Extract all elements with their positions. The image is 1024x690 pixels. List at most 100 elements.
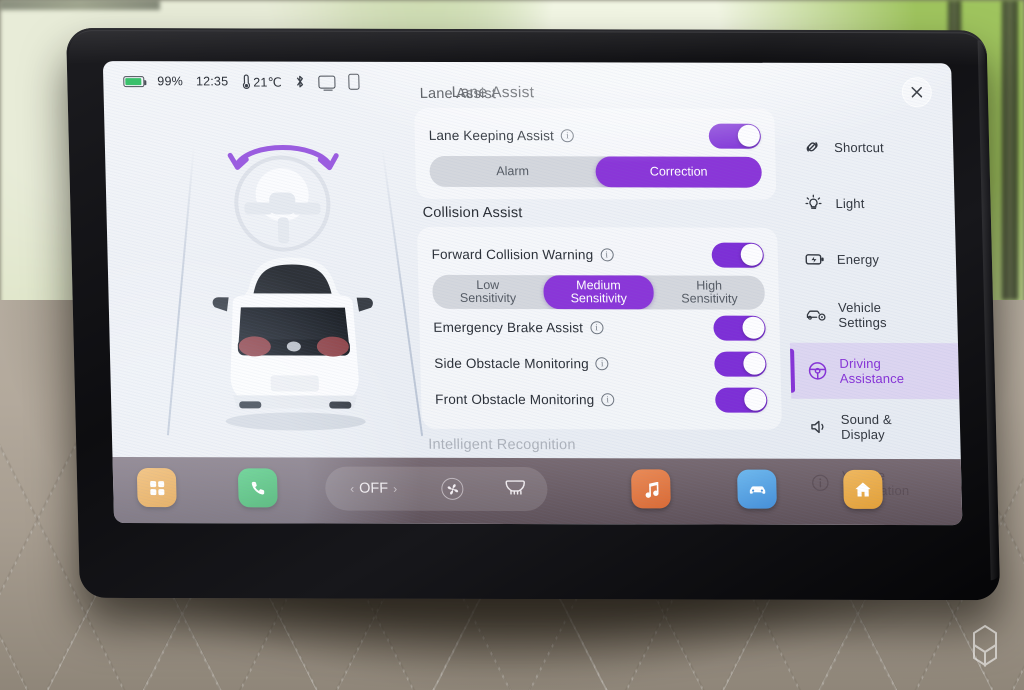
thermometer-icon — [242, 74, 250, 89]
info-icon[interactable]: i — [560, 128, 575, 142]
lane-keeping-illustration — [166, 127, 424, 438]
infotainment-display: 99% 12:35 21℃ Lane Assist Lane Assist La… — [66, 28, 1001, 601]
settings-sidebar: Shortcut Light Energy Vehicle Settings D… — [784, 119, 962, 511]
temperature-indicator: 21℃ — [241, 73, 282, 89]
sidebar-item-sound-display[interactable]: Sound & Display — [791, 399, 960, 455]
setting-row-side-obstacle-monitoring[interactable]: Side Obstacle Monitoring i — [434, 345, 767, 382]
dock-music-button[interactable] — [630, 469, 671, 509]
bottom-dock: ‹ OFF › — [112, 456, 963, 526]
lane-assist-mode-segmented[interactable]: Alarm Correction — [429, 155, 763, 188]
screen-content: 99% 12:35 21℃ Lane Assist Lane Assist La… — [102, 61, 963, 526]
window-frame-rail — [0, 0, 160, 10]
segment-alarm[interactable]: Alarm — [429, 156, 596, 187]
link-icon — [801, 136, 824, 158]
collision-assist-card: Forward Collision Warning i Low Sensitiv… — [416, 226, 783, 430]
segment-line2: Sensitivity — [459, 290, 517, 306]
segment-line1: Medium — [576, 278, 621, 293]
temp-decrease-button[interactable]: ‹ — [345, 482, 359, 496]
photo-scene: 99% 12:35 21℃ Lane Assist Lane Assist La… — [0, 0, 1024, 690]
setting-label: Forward Collision Warning — [431, 246, 594, 262]
dock-phone-button[interactable] — [237, 468, 278, 508]
setting-row-front-obstacle-monitoring[interactable]: Front Obstacle Monitoring i — [435, 381, 768, 418]
forward-collision-warning-label-group: Forward Collision Warning i — [431, 246, 614, 262]
info-icon[interactable]: i — [595, 356, 609, 370]
section-title-intelligent-recognition: Intelligent Recognition — [428, 436, 576, 454]
bulb-icon — [802, 192, 825, 214]
front-obstacle-monitoring-toggle[interactable] — [714, 387, 768, 413]
climate-value: OFF — [358, 480, 389, 497]
segment-line2: Sensitivity — [681, 291, 738, 306]
steering-wheel-icon — [806, 360, 829, 382]
section-title-collision-assist: Collision Assist — [422, 204, 523, 222]
info-icon[interactable]: i — [589, 320, 604, 334]
forward-collision-warning-toggle[interactable] — [711, 242, 765, 268]
lane-assist-card: Lane Keeping Assist i Alarm Correction — [414, 107, 777, 200]
emergency-brake-assist-label-group: Emergency Brake Assist i — [433, 319, 604, 335]
setting-label: Emergency Brake Assist — [433, 319, 584, 335]
car-gear-icon — [805, 304, 828, 326]
sidebar-item-driving-assistance[interactable]: Driving Assistance — [789, 342, 960, 400]
dock-car-button[interactable] — [736, 469, 777, 509]
sidebar-item-label: Vehicle Settings — [838, 300, 887, 330]
setting-label: Lane Keeping Assist — [428, 127, 555, 143]
segment-line1: High — [696, 278, 723, 293]
car-rear-view — [212, 257, 373, 431]
close-icon — [911, 86, 923, 98]
info-icon[interactable]: i — [600, 247, 614, 261]
segment-correction[interactable]: Correction — [595, 156, 763, 188]
front-obstacle-monitoring-label-group: Front Obstacle Monitoring i — [434, 391, 615, 407]
emergency-brake-assist-toggle[interactable] — [713, 315, 766, 341]
sidebar-label-line1: Driving — [839, 355, 882, 372]
phone-icon — [348, 73, 361, 90]
phone-icon — [251, 481, 264, 494]
close-button[interactable] — [901, 77, 933, 108]
temperature-stepper[interactable]: ‹ OFF › — [345, 481, 402, 497]
lane-keeping-assist-label-group: Lane Keeping Assist i — [428, 127, 575, 143]
sidebar-label-line1: Vehicle — [837, 299, 882, 316]
climate-control-bar[interactable]: ‹ OFF › — [324, 466, 548, 512]
sidebar-item-vehicle-settings[interactable]: Vehicle Settings — [789, 287, 958, 343]
apps-grid-icon — [149, 480, 164, 495]
lane-keeping-assist-toggle[interactable] — [708, 123, 762, 149]
setting-row-forward-collision-warning[interactable]: Forward Collision Warning i — [431, 236, 765, 273]
side-obstacle-monitoring-toggle[interactable] — [714, 351, 767, 377]
temp-increase-button[interactable]: › — [388, 482, 402, 496]
dock-apps-button[interactable] — [136, 468, 177, 508]
segment-line2: Sensitivity — [570, 291, 628, 306]
status-bar: 99% 12:35 21℃ — [123, 73, 361, 90]
battery-icon — [123, 75, 145, 87]
setting-row-emergency-brake-assist[interactable]: Emergency Brake Assist i — [433, 309, 766, 346]
info-icon[interactable]: i — [601, 392, 615, 406]
segment-medium-sensitivity[interactable]: Medium Sensitivity — [542, 275, 655, 310]
rear-defroster-icon — [505, 480, 526, 495]
sidebar-label-line2: Display — [840, 426, 886, 442]
fcw-sensitivity-segmented[interactable]: Low Sensitivity Medium Sensitivity High … — [432, 274, 766, 310]
sidebar-item-energy[interactable]: Energy — [787, 231, 956, 287]
setting-row-lane-keeping-assist[interactable]: Lane Keeping Assist i — [428, 117, 762, 154]
setting-label: Front Obstacle Monitoring — [434, 391, 595, 407]
segment-high-sensitivity[interactable]: High Sensitivity — [654, 275, 766, 309]
sidebar-item-light[interactable]: Light — [786, 175, 955, 231]
sidebar-item-label: Energy — [836, 251, 880, 267]
section-title-lane-assist: Lane Assist — [419, 85, 497, 103]
battery-charge-icon — [804, 248, 827, 270]
sidebar-label-line2: Settings — [838, 314, 887, 331]
car-icon — [749, 485, 765, 494]
speaker-icon — [808, 416, 831, 438]
bluetooth-icon — [295, 74, 306, 90]
music-note-icon — [645, 481, 659, 498]
lane-marking-left — [166, 145, 195, 436]
rear-defroster-button[interactable] — [503, 478, 528, 500]
sidebar-item-shortcut[interactable]: Shortcut — [784, 119, 953, 175]
setting-label: Side Obstacle Monitoring — [434, 355, 589, 371]
home-icon — [855, 482, 871, 497]
sidebar-item-label: Light — [835, 195, 865, 211]
tablet-icon — [318, 75, 337, 89]
segment-low-sensitivity[interactable]: Low Sensitivity — [432, 275, 544, 309]
sidebar-label-line2: Assistance — [839, 370, 905, 387]
sidebar-item-label: Shortcut — [833, 139, 884, 155]
dock-home-button[interactable] — [843, 469, 883, 509]
segment-line1: Low — [476, 277, 500, 293]
sidebar-item-label: Driving Assistance — [839, 356, 904, 386]
fan-icon[interactable] — [441, 477, 465, 500]
